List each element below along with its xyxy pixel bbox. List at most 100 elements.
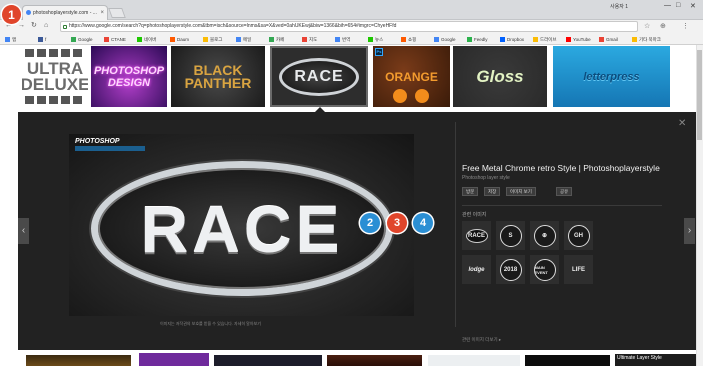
window-user-label[interactable]: 사용자 1 (610, 3, 628, 10)
dot-row-decoration (25, 49, 85, 57)
related-thumb[interactable]: S (496, 221, 525, 250)
thumb-label: PHOTOSHOP DESIGN (93, 64, 165, 89)
photoshop-icon: Ps (375, 48, 383, 56)
reload-button[interactable]: ↻ (31, 21, 37, 31)
maximize-button[interactable]: □ (676, 2, 680, 9)
minimize-button[interactable]: — (664, 2, 671, 9)
related-thumb[interactable]: lodge (462, 255, 491, 284)
result-thumb-black-panther[interactable]: BLACK PANTHER (171, 46, 265, 107)
copyright-caption[interactable]: 이미지는 저작권의 보호를 받을 수 있습니다. 자세히 알아보기 (160, 321, 330, 327)
bookmark-item[interactable]: Dropbox (500, 36, 524, 43)
bookmark-label: 블로그 (210, 37, 223, 42)
bookmark-item[interactable]: Daum (170, 36, 189, 43)
bookmark-item[interactable]: 드라이브 (533, 36, 557, 43)
scrollbar-thumb[interactable] (697, 50, 702, 140)
bookmark-item[interactable]: YouTube (566, 36, 591, 43)
related-thumb[interactable]: ⊕ (530, 221, 559, 250)
dot-row-decoration (25, 96, 85, 104)
bookmark-item[interactable]: 메일 (236, 36, 251, 43)
result-thumb[interactable] (327, 355, 422, 366)
thumb-label: RACE (294, 67, 344, 85)
bookmark-favicon-icon (335, 37, 340, 42)
bookmark-label: 앱 (12, 37, 17, 42)
tab-title: photoshoplayerstyle.com - ... (33, 10, 97, 16)
bookmark-star-icon[interactable]: ☆ (644, 22, 650, 31)
bookmark-favicon-icon (599, 37, 604, 42)
bookmark-item[interactable]: Gmail (599, 36, 618, 43)
save-button[interactable]: 저장 (484, 187, 501, 196)
result-thumb[interactable] (525, 355, 610, 366)
bookmark-favicon-icon (269, 37, 274, 42)
address-bar[interactable]: https://www.google.com/search?q=photosho… (60, 21, 638, 32)
bookmark-label: YouTube (573, 37, 591, 42)
emblem-mini: MAIN EVENT (533, 258, 556, 281)
related-thumb-label: S (508, 232, 513, 239)
result-thumb[interactable] (139, 353, 209, 366)
image-title-link[interactable]: Free Metal Chrome retro Style | Photosho… (462, 163, 660, 173)
bookmark-item[interactable]: 블로그 (203, 36, 222, 43)
thumb-label: letterpress (583, 70, 640, 83)
bookmark-item[interactable]: 기타 북마크 (632, 36, 661, 43)
result-thumb-gloss[interactable]: Gloss (453, 46, 547, 107)
bookmark-item[interactable]: Google (71, 36, 93, 43)
bookmark-item[interactable]: f (38, 36, 46, 43)
next-image-button[interactable]: › (684, 218, 695, 244)
result-thumb[interactable] (214, 355, 322, 366)
result-thumb[interactable] (26, 355, 131, 366)
bookmark-item[interactable]: 카페 (269, 36, 284, 43)
bookmark-favicon-icon (632, 37, 637, 42)
bookmark-item[interactable]: 쇼핑 (401, 36, 416, 43)
browser-tab[interactable]: photoshoplayerstyle.com - ... × (22, 5, 108, 20)
bookmark-item[interactable]: 지도 (302, 36, 317, 43)
result-thumb-photoshop-design[interactable]: PHOTOSHOP DESIGN (91, 46, 167, 107)
tab-close-icon[interactable]: × (100, 6, 104, 20)
related-thumb[interactable]: MAIN EVENT (530, 255, 559, 284)
address-url: https://www.google.com/search?q=photosho… (69, 23, 397, 29)
result-thumb-race-selected[interactable]: RACE (270, 46, 368, 107)
share-button[interactable]: 공유 (556, 187, 573, 196)
panel-divider (455, 122, 456, 327)
visit-button[interactable]: 방문 (462, 187, 479, 196)
close-preview-icon[interactable]: ✕ (678, 118, 686, 129)
related-thumb-label: ⊕ (541, 233, 548, 239)
bookmark-item[interactable]: 앱 (5, 36, 16, 43)
result-thumb-letterpress[interactable]: letterpress (553, 46, 670, 107)
related-thumb-label: RACE (467, 232, 485, 239)
bookmark-label: 쇼핑 (408, 37, 417, 42)
related-thumb[interactable]: 2018 (496, 255, 525, 284)
emblem-mini: S (499, 224, 522, 247)
bookmark-item[interactable]: Google (434, 36, 456, 43)
previous-image-button[interactable]: ‹ (18, 218, 29, 244)
preview-brand-bar (75, 146, 145, 151)
tab-favicon-icon (26, 10, 31, 15)
home-button[interactable]: ⌂ (44, 21, 48, 31)
related-thumb[interactable]: RACE (462, 221, 491, 250)
thumb-label: BLACK PANTHER (184, 61, 252, 91)
related-thumb[interactable]: LIFE (564, 255, 593, 284)
forward-button[interactable]: → (18, 21, 25, 31)
related-thumb[interactable]: GH (564, 221, 593, 250)
result-thumb[interactable] (428, 355, 520, 366)
view-image-button[interactable]: 이미지 보기 (506, 187, 536, 196)
bookmark-item[interactable]: Feedly (467, 36, 488, 43)
bookmark-label: Google (78, 37, 93, 42)
result-thumb-orange[interactable]: Ps ORANGE (373, 46, 450, 107)
bookmark-favicon-icon (5, 37, 10, 42)
bookmark-label: Daum (177, 37, 190, 42)
more-related-link[interactable]: 관련 이미지 더보기 ▸ (462, 337, 501, 343)
related-thumb-label: MAIN EVENT (534, 264, 548, 275)
step-marker-3: 3 (387, 213, 407, 233)
image-source-label[interactable]: Photoshop layer style (462, 175, 510, 181)
result-thumb-ultra-deluxe[interactable]: ULTRA DELUXE (22, 46, 88, 107)
bookmark-favicon-icon (38, 37, 43, 42)
bookmark-item[interactable]: 네이버 (137, 36, 156, 43)
bookmark-item[interactable]: 뉴스 (368, 36, 383, 43)
extension-icon[interactable]: ⊕ (660, 22, 666, 31)
bookmark-item[interactable]: 번역 (335, 36, 350, 43)
close-window-button[interactable]: ✕ (690, 2, 696, 10)
bookmark-item[interactable]: CTANE (104, 36, 126, 43)
bookmark-label: CTANE (111, 37, 126, 42)
bookmark-favicon-icon (302, 37, 307, 42)
menu-icon[interactable]: ⋮ (682, 22, 689, 31)
result-thumb-ultimate[interactable]: Ultimate Layer Style (615, 354, 696, 366)
